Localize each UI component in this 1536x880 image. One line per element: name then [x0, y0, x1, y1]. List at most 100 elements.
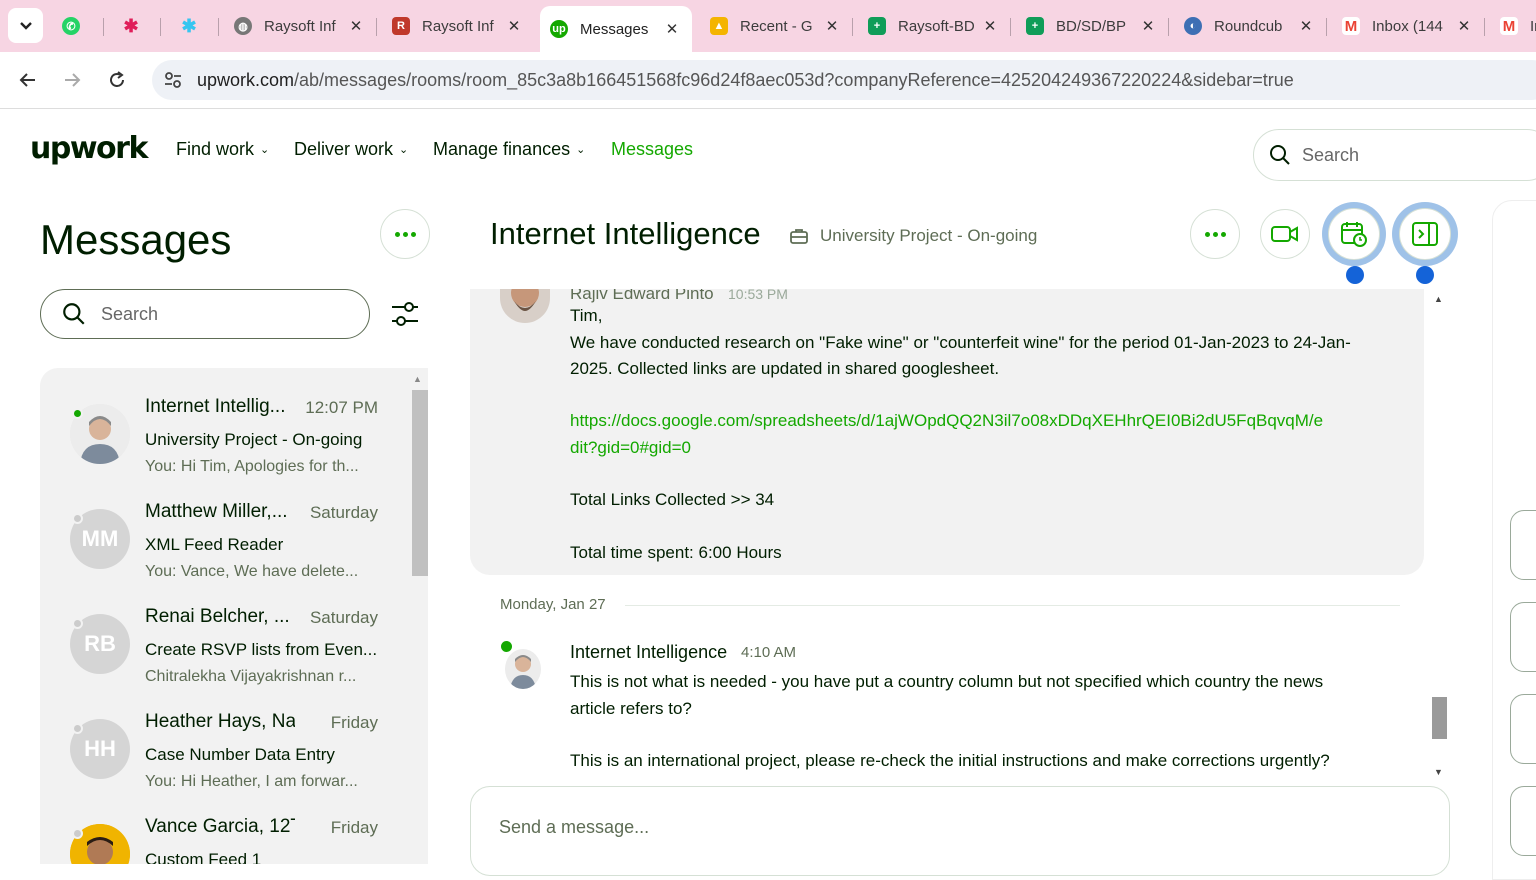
- close-icon[interactable]: ✕: [824, 17, 840, 35]
- tab-label: Raysoft Inf: [264, 17, 336, 35]
- reload-button[interactable]: [101, 64, 133, 96]
- tab-slack-2[interactable]: ✱: [180, 6, 210, 46]
- close-icon[interactable]: ✕: [1140, 17, 1156, 35]
- tab-sheets-2[interactable]: + BD/SD/BP ✕: [1026, 6, 1156, 46]
- message-link[interactable]: dit?gid=0#gid=0: [570, 435, 691, 461]
- tab-roundcube[interactable]: ◐ Roundcub ✕: [1184, 6, 1314, 46]
- scroll-up-icon[interactable]: ▲: [413, 374, 422, 384]
- gmail-icon: M: [1342, 17, 1360, 35]
- tab-raysoft-1[interactable]: ◍ Raysoft Inf ✕: [234, 6, 364, 46]
- more-icon: [394, 231, 416, 237]
- site-header: upwork Find work ⌄ Deliver work ⌄ Manage f…: [0, 109, 1536, 191]
- tab-label: Messages: [580, 20, 649, 38]
- scroll-up-icon[interactable]: ▲: [1434, 294, 1443, 304]
- scrollbar-thumb[interactable]: [1432, 697, 1447, 739]
- side-panel-button[interactable]: [1510, 786, 1536, 856]
- conversation-time: Friday: [330, 818, 378, 837]
- site-settings-icon[interactable]: [162, 69, 184, 91]
- conversation-item[interactable]: Vance Garcia, 12T... Friday Custom Feed …: [40, 788, 410, 864]
- globe-icon: ◍: [234, 17, 252, 35]
- side-panel-button[interactable]: [1510, 510, 1536, 580]
- conversation-item[interactable]: MM Matthew Miller,... Saturday XML Feed …: [40, 473, 410, 580]
- reload-icon: [110, 71, 124, 87]
- message-input[interactable]: [499, 817, 1399, 838]
- tab-slack-1[interactable]: ✱: [122, 6, 152, 46]
- filter-icon[interactable]: [390, 298, 420, 330]
- upwork-logo[interactable]: upwork: [30, 131, 148, 166]
- nav-messages[interactable]: Messages: [611, 139, 693, 160]
- side-panel-button[interactable]: [1510, 602, 1536, 672]
- panel-right-icon: [1412, 222, 1438, 246]
- schedule-meeting-button[interactable]: [1322, 202, 1386, 266]
- conversation-item[interactable]: RB Renai Belcher, ... Saturday Create RS…: [40, 578, 410, 685]
- scrollbar-thumb[interactable]: [412, 390, 428, 576]
- conversation-item[interactable]: Internet Intellig... 12:07 PM University…: [40, 368, 410, 475]
- person-photo-icon: [505, 649, 541, 689]
- nav-manage-finances[interactable]: Manage finances ⌄: [433, 139, 585, 160]
- close-icon[interactable]: ✕: [348, 17, 364, 35]
- message-line: This is not what is needed - you have pu…: [570, 672, 1324, 691]
- room-project-label: University Project - On-going: [820, 226, 1038, 245]
- close-icon[interactable]: ✕: [1456, 17, 1472, 35]
- toggle-sidebar-button[interactable]: [1392, 202, 1458, 266]
- chevron-down-icon: ⌄: [260, 144, 270, 156]
- close-icon[interactable]: ✕: [664, 20, 680, 38]
- tab-gmail-1[interactable]: M Inbox (144 ✕: [1342, 6, 1472, 46]
- room-project[interactable]: University Project - On-going: [790, 226, 1037, 246]
- offline-indicator: [72, 828, 83, 839]
- date-separator: Monday, Jan 27: [500, 596, 606, 613]
- tab-messages[interactable]: up Messages ✕: [540, 6, 692, 52]
- search-placeholder: Search: [101, 303, 159, 324]
- calendar-clock-icon: [1341, 222, 1367, 247]
- close-icon[interactable]: ✕: [1298, 17, 1314, 35]
- roundcube-icon: ◐: [1184, 17, 1202, 35]
- tab-sheets-1[interactable]: + Raysoft-BD ✕: [868, 6, 998, 46]
- notification-dot: [1416, 266, 1434, 284]
- close-icon[interactable]: ✕: [506, 17, 522, 35]
- tab-gmail-2[interactable]: M In: [1500, 6, 1536, 46]
- conversation-time: 12:07 PM: [305, 398, 378, 417]
- message-time: 4:10 AM: [741, 644, 797, 661]
- gmail-icon: M: [1500, 17, 1518, 35]
- tab-raysoft-2[interactable]: R Raysoft Inf ✕: [392, 6, 522, 46]
- conversation-subject: University Project - On-going: [145, 430, 363, 449]
- header-search-input[interactable]: Search: [1253, 129, 1536, 181]
- whatsapp-icon: ✆: [62, 17, 80, 35]
- room-more-button[interactable]: [1190, 209, 1240, 259]
- tab-label: Inbox (144: [1372, 17, 1443, 35]
- conversation-time: Friday: [330, 713, 378, 732]
- upwork-icon: up: [550, 20, 568, 38]
- tab-whatsapp[interactable]: ✆: [62, 6, 92, 46]
- conversation-subject: Custom Feed 1: [145, 850, 262, 864]
- scroll-down-icon[interactable]: ▼: [1434, 767, 1443, 777]
- close-icon[interactable]: ✕: [982, 17, 998, 35]
- conversation-item[interactable]: HH Heather Hays, Na... Friday Case Numbe…: [40, 683, 410, 790]
- nav-find-work[interactable]: Find work ⌄: [176, 139, 269, 160]
- arrow-left-icon: [19, 73, 35, 87]
- url-path: /ab/messages/rooms/room_85c3a8b166451568…: [294, 70, 1294, 90]
- url-field[interactable]: upwork.com/ab/messages/rooms/room_85c3a8…: [152, 60, 1536, 100]
- video-camera-icon: [1271, 226, 1298, 242]
- tab-search-dropdown[interactable]: [8, 8, 43, 43]
- nav-label: Find work: [176, 139, 255, 159]
- google-sheets-icon: +: [1026, 17, 1044, 35]
- search-icon: [63, 303, 85, 325]
- sidebar-more-button[interactable]: [380, 209, 430, 259]
- message-line: 2025. Collected links are updated in sha…: [570, 359, 1000, 378]
- message-thread: Rajiv Edward Pinto 10:53 PM Tim, We have…: [470, 289, 1430, 782]
- nav-deliver-work[interactable]: Deliver work ⌄: [294, 139, 408, 160]
- conversation-subject: Case Number Data Entry: [145, 745, 335, 764]
- back-button[interactable]: [12, 64, 44, 96]
- message-link[interactable]: https://docs.google.com/spreadsheets/d/1…: [570, 408, 1323, 434]
- address-bar: upwork.com/ab/messages/rooms/room_85c3a8…: [0, 52, 1536, 109]
- slack-icon: ✱: [181, 15, 197, 36]
- browser-tab-bar: ✆ ✱ ✱ ◍ Raysoft Inf ✕ R Raysoft Inf ✕ up…: [0, 0, 1536, 52]
- video-call-button[interactable]: [1260, 209, 1310, 259]
- conversation-name: Heather Hays, Na...: [145, 711, 295, 732]
- tab-drive[interactable]: ▲ Recent - G ✕: [710, 6, 840, 46]
- conversation-search-input[interactable]: Search: [40, 289, 370, 339]
- side-panel-button[interactable]: [1510, 694, 1536, 764]
- message-line: We have conducted research on "Fake wine…: [570, 333, 1351, 352]
- nav-label: Deliver work: [294, 139, 394, 159]
- forward-button[interactable]: [56, 64, 88, 96]
